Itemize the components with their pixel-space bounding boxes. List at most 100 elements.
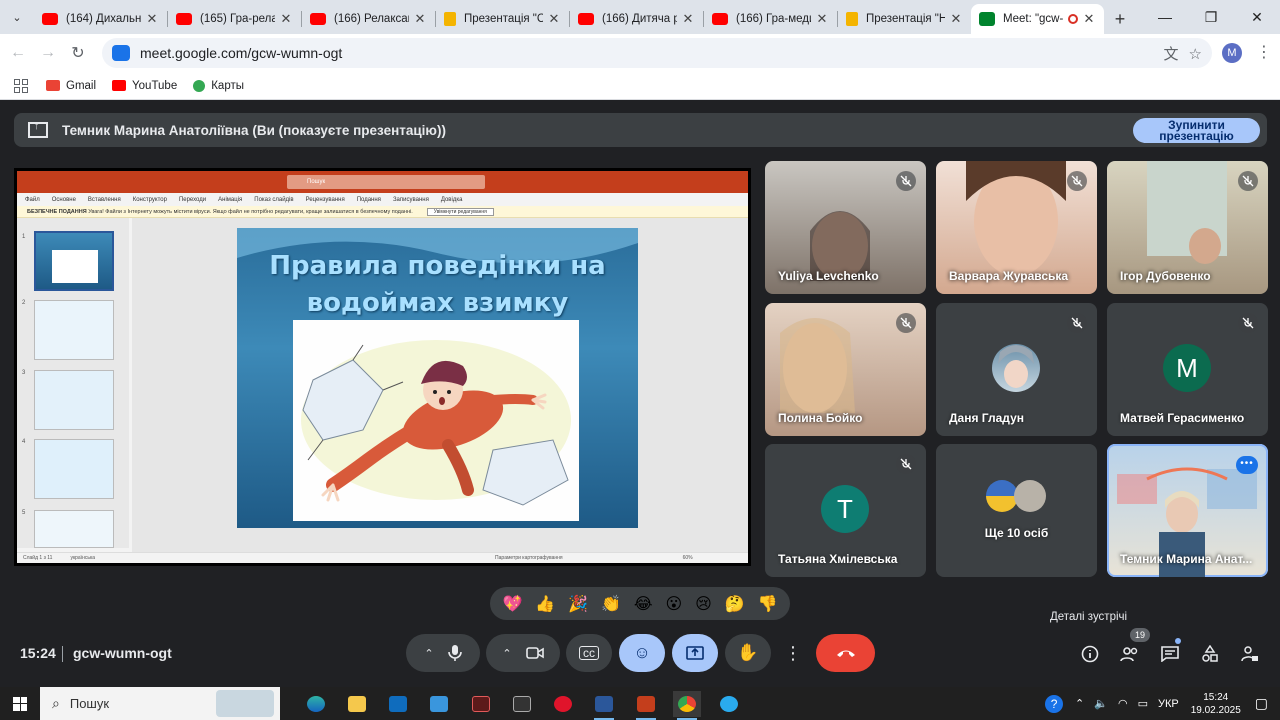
participant-tile[interactable]: Yuliya Levchenko	[765, 161, 926, 294]
ppt-menu-item[interactable]: Конструктор	[133, 197, 167, 203]
enable-editing-button[interactable]: Увімкнути редагування	[426, 207, 494, 216]
tab-search-button[interactable]: ⌄	[0, 0, 34, 34]
slide-thumb[interactable]	[34, 510, 114, 548]
ppt-search-box[interactable]: Пошук	[287, 175, 485, 189]
reaction-emoji[interactable]: 💖	[502, 594, 522, 614]
ppt-menu-item[interactable]: Записування	[393, 197, 429, 203]
participant-tile[interactable]: Даня Гладун	[936, 303, 1097, 436]
maximize-icon[interactable]: ❐	[1188, 0, 1234, 34]
reactions-button[interactable]: ☺	[619, 634, 665, 672]
others-tile[interactable]: Ще 10 осіб	[936, 444, 1097, 577]
bookmark-youtube[interactable]: YouTube	[112, 80, 177, 92]
reaction-emoji[interactable]: 👍	[535, 594, 555, 614]
taskbar-outlook[interactable]	[384, 691, 412, 717]
slide-thumb[interactable]	[34, 439, 114, 499]
close-tab-icon[interactable]: ✕	[1082, 11, 1096, 27]
ppt-menu-item[interactable]: Довідка	[441, 197, 463, 203]
participant-tile[interactable]: Ігор Дубовенко	[1107, 161, 1268, 294]
leave-call-button[interactable]	[816, 634, 875, 672]
close-tab-icon[interactable]: ✕	[815, 11, 829, 27]
raise-hand-button[interactable]: ✋	[725, 634, 771, 672]
chat-button[interactable]	[1157, 641, 1183, 667]
tray-chevron-icon[interactable]: ⌃	[1075, 697, 1084, 710]
ppt-menu-item[interactable]: Показ слайдів	[254, 197, 293, 203]
zoom-level[interactable]: 60%	[683, 555, 693, 561]
reaction-emoji[interactable]: 😢	[695, 594, 712, 614]
reaction-emoji[interactable]: 👏	[601, 594, 621, 614]
close-tab-icon[interactable]: ✕	[413, 11, 427, 27]
translate-icon[interactable]: 文	[1164, 43, 1179, 64]
browser-tab[interactable]: (164) Дихальна ✕	[34, 4, 167, 34]
bookmark-gmail[interactable]: Gmail	[46, 80, 96, 92]
ppt-menu-item[interactable]: Файл	[25, 197, 40, 203]
more-options-icon[interactable]: •••	[1236, 456, 1258, 474]
volume-icon[interactable]: 🔈	[1094, 697, 1108, 710]
close-tab-icon[interactable]: ✕	[145, 11, 159, 27]
battery-icon[interactable]: ▭	[1138, 697, 1148, 710]
taskbar-edge[interactable]	[302, 691, 330, 717]
start-button[interactable]	[0, 696, 40, 711]
reaction-emoji[interactable]: 👎	[758, 594, 778, 614]
host-controls-button[interactable]	[1237, 641, 1263, 667]
profile-avatar[interactable]: M	[1222, 43, 1242, 63]
participant-tile[interactable]: Полина Бойко	[765, 303, 926, 436]
camera-options-chevron-icon[interactable]: ⌃	[502, 647, 511, 660]
taskbar-explorer[interactable]	[343, 691, 371, 717]
ppt-menu-item[interactable]: Анімація	[218, 197, 242, 203]
ppt-menu-item[interactable]: Рецензування	[306, 197, 345, 203]
ppt-menu-item[interactable]: Основне	[52, 197, 76, 203]
bookmark-star-icon[interactable]: ☆	[1189, 45, 1202, 63]
forward-icon[interactable]: →	[33, 44, 63, 62]
close-tab-icon[interactable]: ✕	[681, 11, 695, 27]
apps-grid-icon[interactable]	[14, 78, 28, 93]
taskbar-powerpoint[interactable]	[632, 691, 660, 720]
keyboard-language[interactable]: УКР	[1158, 698, 1179, 710]
notifications-icon[interactable]: ▢	[1255, 695, 1268, 712]
bookmark-maps[interactable]: Карты	[193, 79, 244, 92]
meeting-details-button[interactable]	[1077, 641, 1103, 667]
minimize-icon[interactable]: —	[1142, 0, 1188, 34]
browser-tab[interactable]: (166) Гра-медит ✕	[704, 4, 837, 34]
notes-toggle[interactable]: Параметри картографування	[495, 555, 563, 561]
close-tab-icon[interactable]: ✕	[949, 11, 963, 27]
browser-tab[interactable]: Презентація "Сі ✕	[436, 4, 569, 34]
reaction-emoji[interactable]: 😂	[634, 594, 653, 614]
browser-tab[interactable]: Презентація "Н ✕	[838, 4, 971, 34]
browser-menu-icon[interactable]: ⋮	[1256, 42, 1272, 62]
browser-tab[interactable]: (166) Релаксаці ✕	[302, 4, 435, 34]
reaction-emoji[interactable]: 🤔	[725, 594, 745, 614]
taskbar-opera[interactable]	[549, 691, 577, 717]
participant-tile[interactable]: T Татьяна Хмілевська	[765, 444, 926, 577]
address-bar[interactable]: meet.google.com/gcw-wumn-ogt 文 ☆	[102, 38, 1212, 68]
captions-button[interactable]: cc	[566, 634, 612, 672]
taskbar-video-editor[interactable]	[508, 691, 536, 717]
mic-options-chevron-icon[interactable]: ⌃	[424, 647, 433, 660]
reaction-emoji[interactable]: 😮	[665, 594, 682, 614]
slide-thumb[interactable]	[34, 370, 114, 430]
reload-icon[interactable]: ↻	[63, 43, 93, 63]
taskbar-store[interactable]	[425, 691, 453, 717]
taskbar-search[interactable]: ⌕ Пошук	[40, 687, 280, 720]
activities-button[interactable]	[1197, 641, 1223, 667]
browser-tab[interactable]: Meet: "gcw- ✕	[971, 4, 1104, 34]
microphone-button[interactable]: ⌃	[406, 634, 480, 672]
close-tab-icon[interactable]: ✕	[547, 11, 561, 27]
help-icon[interactable]: ?	[1045, 694, 1064, 713]
new-tab-button[interactable]: +	[1104, 4, 1136, 34]
slide-thumb[interactable]	[34, 231, 114, 291]
stop-presenting-button[interactable]: Зупинити презентацію	[1133, 118, 1260, 143]
present-button[interactable]	[672, 634, 718, 672]
slide-thumb[interactable]	[34, 300, 114, 360]
ppt-menu-item[interactable]: Вставлення	[88, 197, 121, 203]
taskbar-app-red[interactable]	[467, 691, 495, 717]
self-tile[interactable]: ••• Темник Марина Анат...	[1107, 444, 1268, 577]
browser-tab[interactable]: (166) Дитяча ре ✕	[570, 4, 703, 34]
taskbar-word[interactable]	[590, 691, 618, 720]
more-options-button[interactable]: ⋮	[778, 634, 808, 672]
tray-clock[interactable]: 15:24 19.02.2025	[1191, 691, 1241, 717]
reaction-emoji[interactable]: 🎉	[568, 594, 588, 614]
close-tab-icon[interactable]: ✕	[279, 11, 293, 27]
people-button[interactable]	[1117, 641, 1143, 667]
taskbar-telegram[interactable]	[715, 691, 743, 717]
participant-tile[interactable]: Варвара Журавська	[936, 161, 1097, 294]
